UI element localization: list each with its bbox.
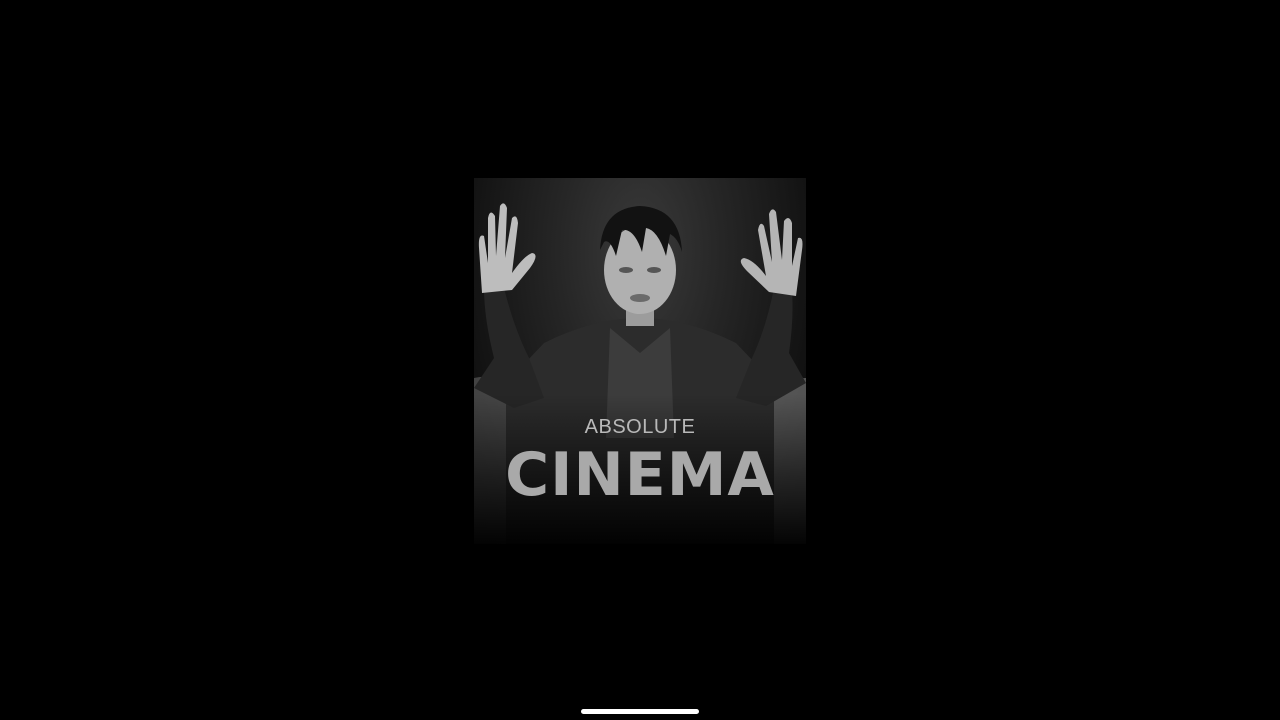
home-indicator[interactable]: [581, 709, 699, 714]
right-hand: [740, 209, 803, 296]
left-arm: [474, 288, 544, 408]
caption-absolute: ABSOLUTE: [584, 416, 696, 438]
meme-image[interactable]: ABSOLUTE CINEMA: [474, 178, 806, 544]
right-arm: [736, 288, 806, 406]
eye-right: [647, 267, 661, 273]
eye-left: [619, 267, 633, 273]
caption-cinema: CINEMA: [505, 440, 775, 510]
fullscreen-viewer: ABSOLUTE CINEMA: [0, 0, 1280, 720]
mouth: [630, 294, 650, 302]
left-hand: [478, 203, 536, 293]
